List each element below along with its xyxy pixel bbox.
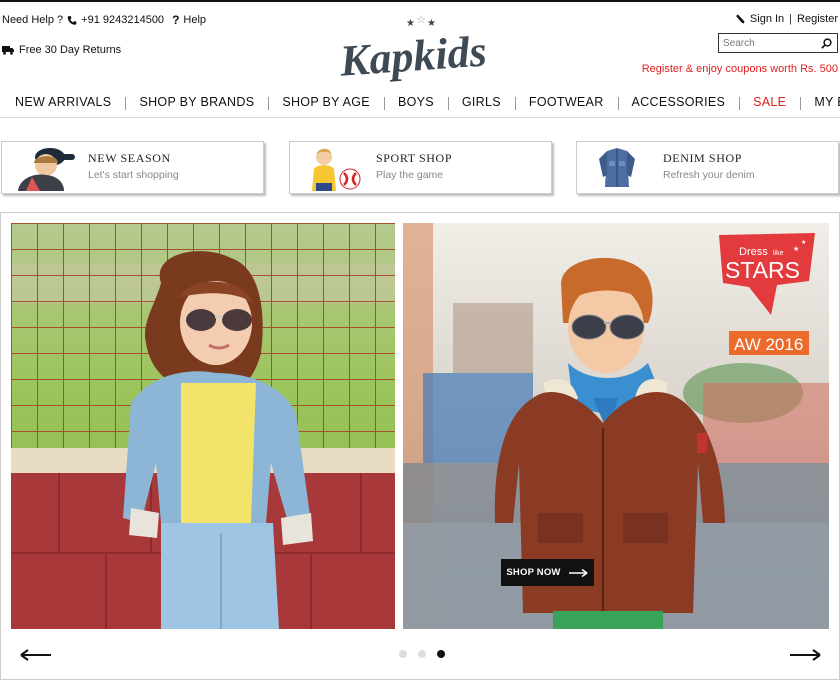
svg-text:★: ★ <box>793 245 799 253</box>
nav-my-bag[interactable]: MY BAG <box>800 94 840 110</box>
nav-label: FOOTWEAR <box>528 94 604 109</box>
help-link[interactable]: Help <box>183 14 206 26</box>
svg-text:☆: ☆ <box>416 13 426 26</box>
nav-girls[interactable]: GIRLS <box>447 94 515 110</box>
tile-title: DENIM SHOP <box>663 151 743 165</box>
svg-text:like: like <box>773 250 784 257</box>
tile-new-season[interactable]: NEW SEASON Let's start shopping <box>1 141 264 194</box>
search-box <box>718 33 838 53</box>
tile-subtitle: Refresh your denim <box>663 169 755 181</box>
slider-dot[interactable] <box>399 650 407 658</box>
returns-label: Free 30 Day Returns <box>19 44 122 56</box>
top-bar: Need Help ? +91 9243214500 ? Help Free 3… <box>0 0 840 86</box>
search-icon[interactable] <box>817 34 835 52</box>
register-link[interactable]: Register <box>797 13 838 25</box>
boy-ball-image <box>312 148 361 191</box>
tile-subtitle: Play the game <box>376 169 444 181</box>
nav-sale[interactable]: SALE <box>739 94 800 110</box>
svg-text:Kapkids: Kapkids <box>337 27 488 82</box>
hero-slider: Dress like STARS ★ ★ AW 2016 <box>0 212 840 680</box>
truck-icon <box>2 46 14 55</box>
nav-label: NEW ARRIVALS <box>15 94 112 109</box>
nav-new-arrivals[interactable]: NEW ARRIVALS <box>0 95 125 109</box>
next-arrow-icon[interactable] <box>788 645 824 665</box>
main-nav: NEW ARRIVALS SHOP BY BRANDS SHOP BY AGE … <box>0 86 840 118</box>
nav-footwear[interactable]: FOOTWEAR <box>514 94 618 110</box>
svg-text:★: ★ <box>801 239 806 246</box>
prev-arrow-icon[interactable] <box>17 645 53 665</box>
nav-label: GIRLS <box>461 94 501 109</box>
phone-number[interactable]: +91 9243214500 <box>81 14 164 26</box>
sign-in-link[interactable]: Sign In <box>750 13 784 25</box>
question-icon: ? <box>172 13 180 27</box>
arrow-right-icon <box>568 568 588 577</box>
slider-dots <box>399 650 445 658</box>
nav-accessories[interactable]: ACCESSORIES <box>617 94 740 110</box>
slider-dot-active[interactable] <box>437 650 445 658</box>
shop-now-button[interactable]: SHOP NOW <box>501 559 594 586</box>
nav-boys[interactable]: BOYS <box>383 94 448 110</box>
svg-text:★: ★ <box>427 18 436 29</box>
tile-subtitle: Let's start shopping <box>88 169 179 181</box>
returns-info: Free 30 Day Returns <box>2 44 121 56</box>
help-bar: Need Help ? +91 9243214500 ? Help <box>2 13 206 27</box>
pencil-icon <box>735 14 745 24</box>
nav-shop-by-brands[interactable]: SHOP BY BRANDS <box>125 94 268 110</box>
svg-text:★: ★ <box>406 18 415 29</box>
svg-text:STARS: STARS <box>725 257 800 283</box>
kapkids-logo[interactable]: ★ ☆ ★ Kapkids <box>334 12 510 82</box>
shop-now-label: SHOP NOW <box>506 567 561 578</box>
need-help-label: Need Help ? <box>2 14 64 26</box>
account-links: Sign In | Register <box>735 13 838 25</box>
tile-denim-shop[interactable]: DENIM SHOP Refresh your denim <box>576 141 839 194</box>
svg-text:AW 2016: AW 2016 <box>734 335 803 354</box>
boy-leather-photo: Dress like STARS ★ ★ AW 2016 <box>403 223 829 629</box>
nav-label: SHOP BY BRANDS <box>139 94 255 109</box>
tile-sport-shop[interactable]: SPORT SHOP Play the game <box>289 141 552 194</box>
boy-cap-image <box>18 148 75 191</box>
tile-title: NEW SEASON <box>88 151 171 165</box>
denim-jacket-image <box>599 148 635 187</box>
nav-label: ACCESSORIES <box>631 94 726 109</box>
nav-label: SALE <box>753 94 787 109</box>
girl-denim-photo <box>11 223 395 629</box>
account-separator: | <box>789 13 793 25</box>
nav-label: MY BAG <box>814 94 840 109</box>
register-promo[interactable]: Register & enjoy coupons worth Rs. 500 <box>642 63 838 75</box>
tile-title: SPORT SHOP <box>376 151 453 165</box>
nav-label: BOYS <box>397 94 434 109</box>
phone-icon <box>67 15 77 25</box>
nav-label: SHOP BY AGE <box>282 94 370 109</box>
search-input[interactable] <box>719 34 817 52</box>
nav-shop-by-age[interactable]: SHOP BY AGE <box>268 94 384 110</box>
slider-dot[interactable] <box>418 650 426 658</box>
